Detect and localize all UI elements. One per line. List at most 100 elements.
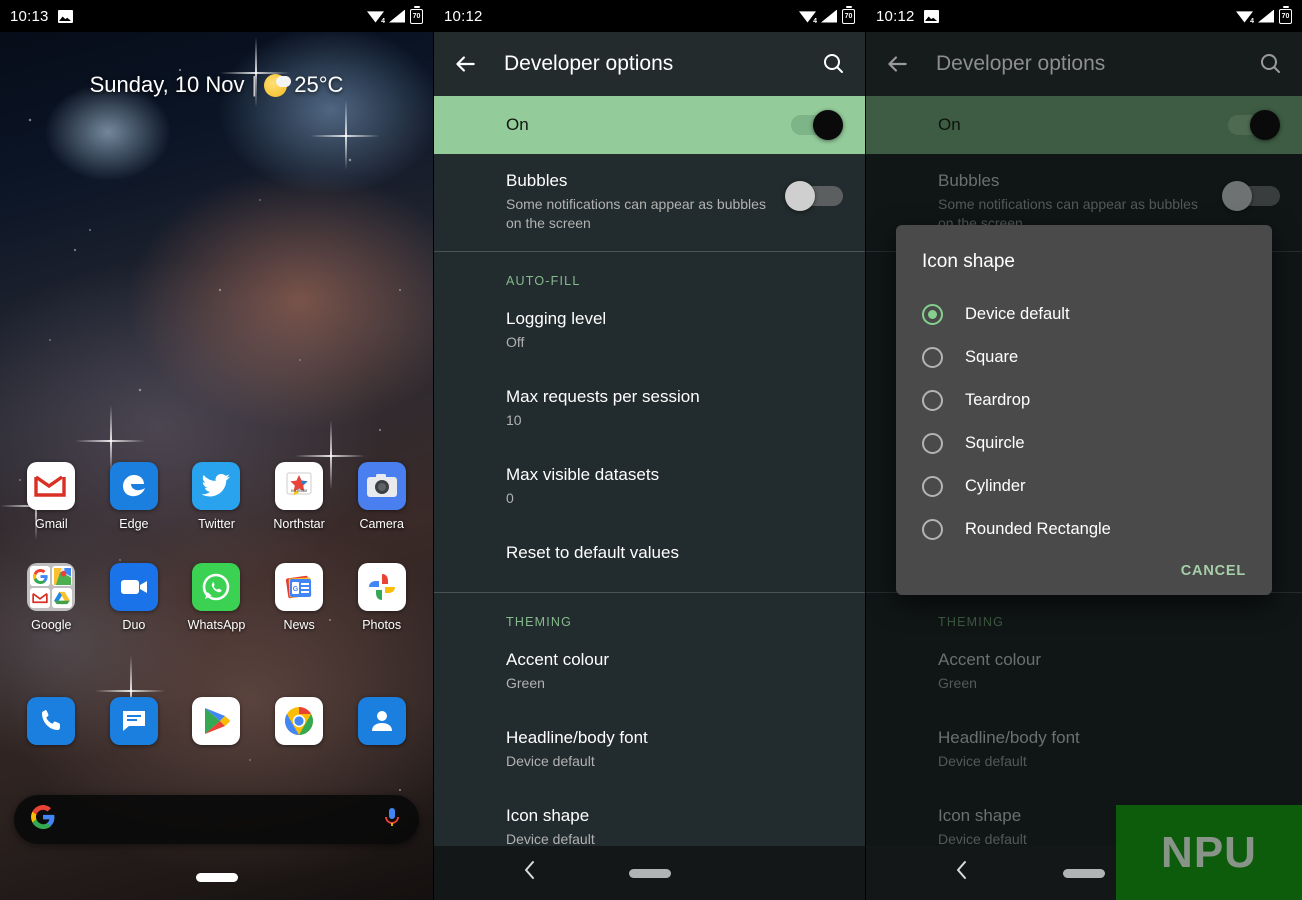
app-icon-messages[interactable] [101, 697, 167, 752]
google-g-icon [30, 566, 51, 586]
home-indicator[interactable] [1063, 868, 1105, 878]
app-icon-contacts[interactable] [349, 697, 415, 752]
app-icon-whatsapp[interactable]: WhatsApp [183, 563, 249, 632]
app-icon-phone[interactable] [18, 697, 84, 752]
setting-accent-colour[interactable]: Accent colour Green [434, 633, 865, 711]
partly-sunny-icon [264, 73, 292, 97]
app-icon-chrome[interactable] [266, 697, 332, 752]
radio-button[interactable] [922, 433, 943, 454]
app-label: Northstar [273, 517, 325, 531]
app-icon-twitter[interactable]: Twitter [183, 462, 249, 531]
radio-label: Teardrop [965, 391, 1031, 409]
setting-title: Bubbles [506, 171, 568, 190]
radio-button[interactable] [922, 476, 943, 497]
setting-text: Bubbles Some notifications can appear as… [506, 170, 791, 233]
app-icon-northstar[interactable]: northstar Northstar [266, 462, 332, 531]
app-icon-edge[interactable]: Edge [101, 462, 167, 531]
app-label: Duo [122, 618, 146, 632]
master-toggle-switch[interactable] [1228, 110, 1280, 140]
wifi-icon [1236, 10, 1254, 25]
setting-max-visible-datasets[interactable]: Max visible datasets 0 [434, 448, 865, 526]
microphone-icon[interactable] [382, 806, 402, 833]
play-store-icon [192, 697, 241, 745]
developer-options-master-toggle-row[interactable]: On [434, 96, 865, 154]
widget-separator: | [251, 72, 258, 97]
status-bar-icons: 70 [1236, 5, 1292, 25]
switch-thumb [785, 181, 815, 211]
radio-option-square[interactable]: Square [896, 336, 1272, 379]
radio-option-device-default[interactable]: Device default [896, 293, 1272, 336]
widget-temperature: 25°C [294, 72, 344, 97]
nav-back-icon[interactable] [522, 858, 538, 888]
master-toggle-switch[interactable] [791, 110, 843, 140]
app-icon-play-store[interactable] [183, 697, 249, 752]
date-weather-widget[interactable]: Sunday, 10 Nov | 25°C [0, 72, 433, 98]
radio-option-rounded-rectangle[interactable]: Rounded Rectangle [896, 508, 1272, 551]
app-icon-gmail[interactable]: Gmail [18, 462, 84, 531]
battery-icon: 70 [842, 5, 855, 24]
app-bar: Developer options [434, 32, 865, 96]
home-indicator[interactable] [195, 873, 238, 882]
app-folder-google[interactable]: Google [18, 563, 84, 632]
bubbles-toggle-switch[interactable] [785, 181, 843, 211]
back-arrow-icon[interactable] [884, 51, 910, 77]
radio-option-cylinder[interactable]: Cylinder [896, 465, 1272, 508]
google-drive-icon [52, 588, 73, 608]
app-icon-news[interactable]: G News [266, 563, 332, 632]
setting-logging-level[interactable]: Logging level Off [434, 292, 865, 370]
google-news-icon: G [275, 563, 324, 611]
setting-value: 10 [506, 411, 522, 428]
three-screenshot-collage: 10:13 70 Sunday, 10 Nov | 25°C Gmail [0, 0, 1302, 900]
app-icon-camera[interactable]: Camera [349, 462, 415, 531]
battery-icon: 70 [410, 5, 423, 24]
battery-level-label: 70 [1281, 12, 1290, 20]
switch-thumb [1250, 110, 1280, 140]
developer-options-master-toggle-row[interactable]: On [866, 96, 1302, 154]
app-icon-photos[interactable]: Photos [349, 563, 415, 632]
status-bar-icons: 70 [799, 5, 855, 25]
widget-date: Sunday, 10 Nov [89, 72, 245, 97]
back-arrow-icon[interactable] [452, 51, 478, 77]
page-title: Developer options [936, 52, 1106, 75]
radio-button[interactable] [922, 347, 943, 368]
cancel-button[interactable]: CANCEL [1181, 563, 1246, 579]
nav-back-icon[interactable] [954, 858, 970, 888]
whatsapp-icon [192, 563, 241, 611]
google-search-bar[interactable] [14, 795, 419, 844]
app-label: WhatsApp [187, 618, 246, 632]
svg-text:northstar: northstar [291, 488, 308, 493]
radio-button[interactable] [922, 519, 943, 540]
setting-text: Bubbles Some notifications can appear as… [938, 170, 1228, 233]
setting-reset-to-default-values[interactable]: Reset to default values [434, 526, 865, 592]
search-icon[interactable] [821, 51, 847, 77]
radio-button-selected[interactable] [922, 304, 943, 325]
home-indicator[interactable] [628, 868, 671, 878]
setting-max-requests-per-session[interactable]: Max requests per session 10 [434, 370, 865, 448]
master-toggle-label: On [938, 115, 961, 134]
status-bar-clock: 10:12 [876, 7, 915, 25]
radio-label: Cylinder [965, 477, 1026, 495]
google-maps-icon [52, 566, 73, 586]
edge-icon [109, 462, 158, 510]
bubbles-toggle-switch[interactable] [1222, 181, 1280, 211]
setting-headline-body-font[interactable]: Headline/body font Device default [866, 711, 1302, 789]
radio-label: Rounded Rectangle [965, 520, 1111, 538]
setting-headline-body-font[interactable]: Headline/body font Device default [434, 711, 865, 789]
search-icon[interactable] [1258, 51, 1284, 77]
radio-option-teardrop[interactable]: Teardrop [896, 379, 1272, 422]
setting-title: Headline/body font [938, 727, 1080, 747]
setting-title: Max requests per session [506, 386, 700, 406]
setting-value: 0 [506, 489, 514, 506]
setting-title: Max visible datasets [506, 464, 660, 484]
status-bar-clock: 10:12 [444, 7, 483, 25]
app-label: Gmail [34, 517, 68, 531]
app-icon-duo[interactable]: Duo [101, 563, 167, 632]
switch-thumb [1222, 181, 1252, 211]
radio-option-squircle[interactable]: Squircle [896, 422, 1272, 465]
gmail-icon [27, 462, 76, 510]
setting-bubbles[interactable]: Bubbles Some notifications can appear as… [434, 154, 865, 251]
radio-button[interactable] [922, 390, 943, 411]
setting-accent-colour[interactable]: Accent colour Green [866, 633, 1302, 711]
section-header-theming: THEMING [938, 614, 1005, 629]
setting-value: Green [938, 675, 977, 692]
